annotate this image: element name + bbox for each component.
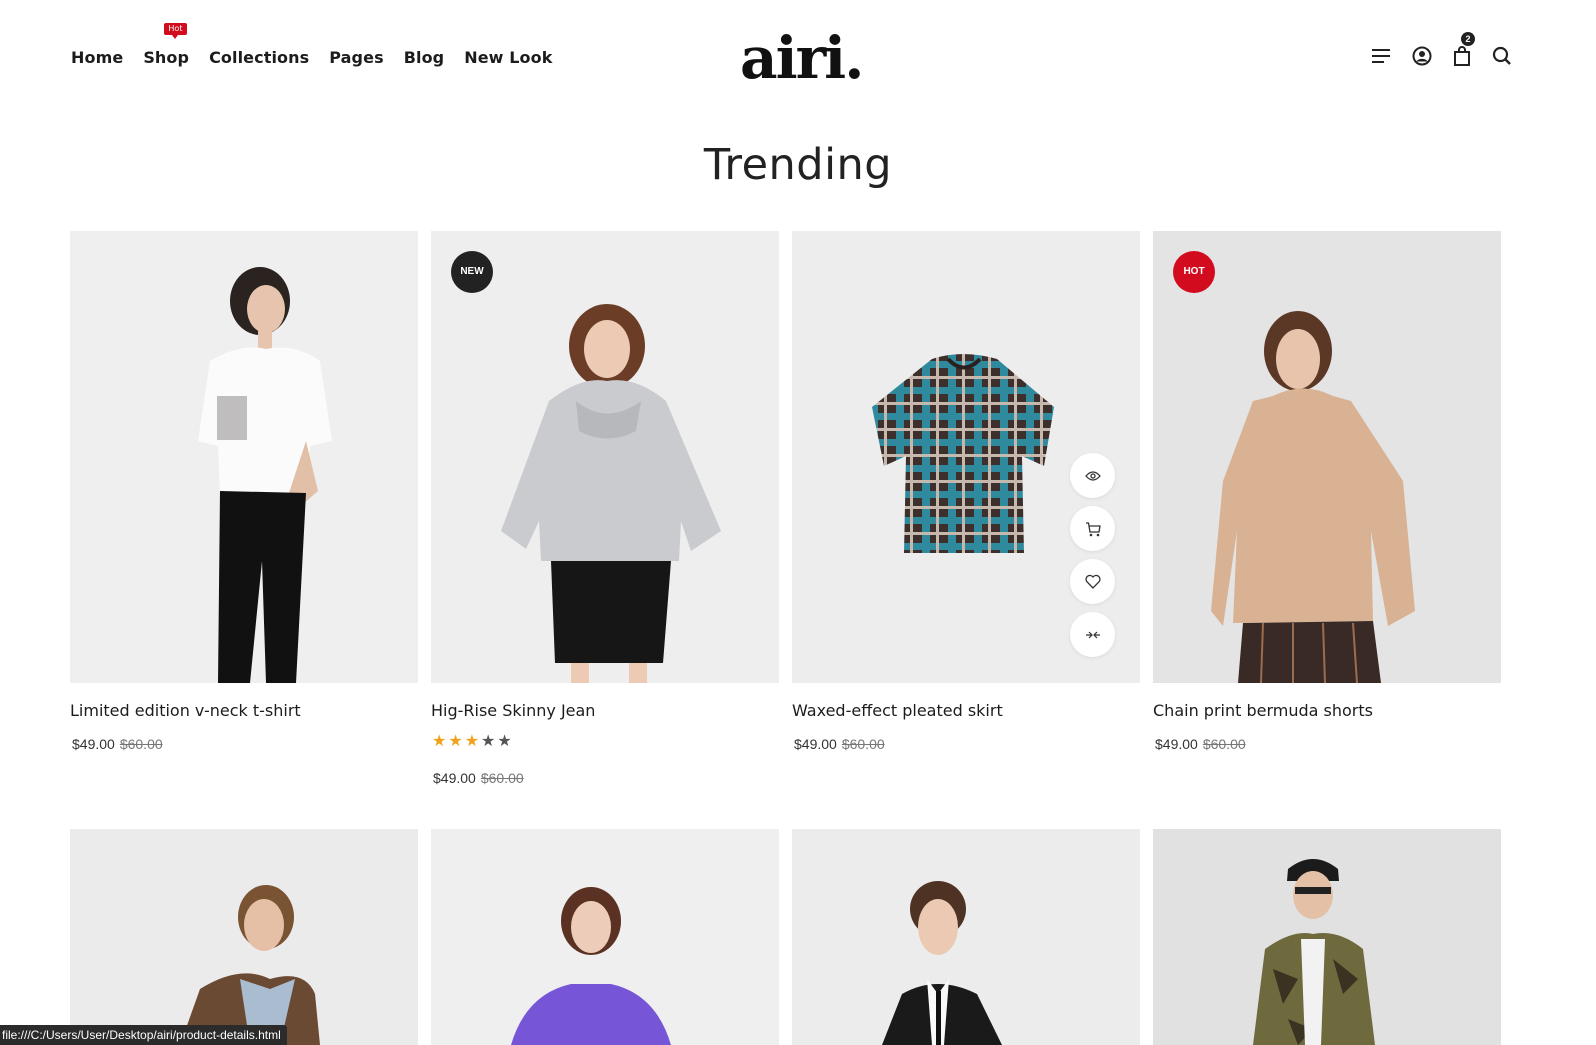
product-price: $49.00 $60.00 — [794, 736, 885, 752]
search-icon[interactable] — [1492, 46, 1512, 66]
nav-pages[interactable]: Pages — [329, 48, 383, 67]
star-icon: ★ — [432, 733, 449, 750]
star-icon: ★ — [481, 733, 498, 750]
nav-new-look[interactable]: New Look — [464, 48, 552, 67]
shopping-bag-icon[interactable]: 2 — [1452, 32, 1475, 66]
site-logo[interactable]: airi. — [740, 18, 864, 98]
product-image[interactable] — [70, 231, 418, 683]
star-icon: ★ — [497, 733, 514, 750]
product-name[interactable]: Chain print bermuda shorts — [1153, 701, 1373, 720]
browser-status-url: file:///C:/Users/User/Desktop/airi/produ… — [0, 1025, 287, 1045]
menu-lines-icon[interactable] — [1372, 46, 1392, 66]
current-price: $49.00 — [794, 736, 837, 752]
section-title: Trending — [703, 140, 893, 190]
hot-badge: HOT — [1173, 251, 1215, 293]
product-name[interactable]: Limited edition v-neck t-shirt — [70, 701, 301, 720]
product-image[interactable]: HOT — [1153, 231, 1501, 683]
user-circle-icon[interactable] — [1412, 46, 1432, 66]
product-image[interactable] — [70, 829, 418, 1045]
old-price: $60.00 — [1202, 736, 1246, 752]
product-price: $49.00 $60.00 — [72, 736, 163, 752]
compare-icon[interactable] — [1070, 612, 1115, 657]
heart-icon[interactable] — [1070, 559, 1115, 604]
current-price: $49.00 — [72, 736, 115, 752]
product-image[interactable] — [1153, 829, 1501, 1045]
old-price: $60.00 — [119, 736, 163, 752]
main-nav: Home Shop Hot Collections Pages Blog New… — [71, 23, 572, 67]
hover-actions — [1070, 453, 1115, 657]
site-header: Home Shop Hot Collections Pages Blog New… — [0, 0, 1596, 110]
new-badge: NEW — [451, 251, 493, 293]
nav-blog[interactable]: Blog — [404, 48, 445, 67]
nav-collections[interactable]: Collections — [209, 48, 309, 67]
nav-shop-label: Shop — [143, 48, 190, 67]
old-price: $60.00 — [480, 770, 524, 786]
product-image[interactable] — [792, 231, 1140, 683]
product-price: $49.00 $60.00 — [1155, 736, 1246, 752]
product-price: $49.00 $60.00 — [433, 770, 524, 786]
product-image[interactable] — [431, 829, 779, 1045]
product-name[interactable]: Hig-Rise Skinny Jean — [431, 701, 595, 720]
hot-flag-badge: Hot — [164, 23, 187, 39]
product-image[interactable]: NEW — [431, 231, 779, 683]
nav-home[interactable]: Home — [71, 48, 123, 67]
star-icon: ★ — [464, 733, 482, 750]
header-icons: 2 — [1372, 32, 1512, 66]
current-price: $49.00 — [1155, 736, 1198, 752]
star-icon: ★ — [448, 733, 465, 750]
eye-icon[interactable] — [1070, 453, 1115, 498]
product-image[interactable] — [792, 829, 1140, 1045]
cart-count-badge: 2 — [1461, 32, 1475, 46]
cart-icon[interactable] — [1070, 506, 1115, 551]
current-price: $49.00 — [433, 770, 476, 786]
nav-shop[interactable]: Shop Hot — [143, 23, 190, 67]
old-price: $60.00 — [841, 736, 885, 752]
product-name[interactable]: Waxed-effect pleated skirt — [792, 701, 1003, 720]
star-rating: ★★★★★ — [432, 731, 514, 751]
